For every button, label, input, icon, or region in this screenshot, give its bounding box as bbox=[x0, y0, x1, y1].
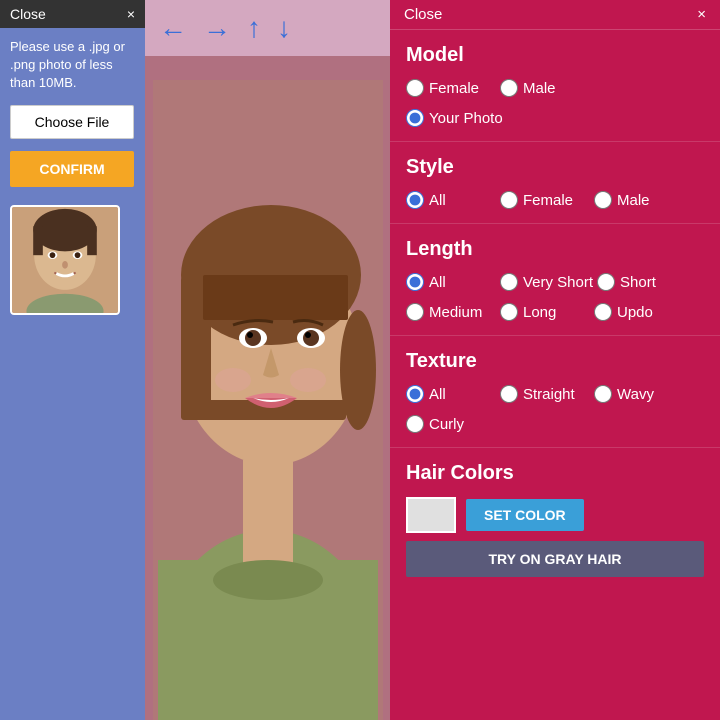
portrait-svg bbox=[153, 80, 383, 720]
texture-option-wavy[interactable]: Wavy bbox=[594, 385, 684, 403]
arrow-right-button[interactable]: → bbox=[203, 14, 231, 42]
model-radio-group: Female Male Your Photo bbox=[406, 79, 704, 131]
length-very-short-label: Very Short bbox=[523, 274, 593, 291]
arrow-left-button[interactable]: ← bbox=[159, 14, 187, 42]
arrow-up-button[interactable]: ↑ bbox=[247, 14, 261, 42]
nav-arrows: ← → ↑ ↓ bbox=[145, 0, 390, 56]
color-swatch[interactable] bbox=[406, 497, 456, 533]
texture-option-straight[interactable]: Straight bbox=[500, 385, 590, 403]
model-option-your-photo[interactable]: Your Photo bbox=[406, 109, 704, 127]
avatar bbox=[10, 205, 120, 315]
model-female-label: Female bbox=[429, 80, 479, 97]
model-your-photo-label: Your Photo bbox=[429, 110, 503, 127]
style-option-female[interactable]: Female bbox=[500, 191, 590, 209]
style-female-label: Female bbox=[523, 192, 573, 209]
texture-radio-group: All Straight Wavy Curly bbox=[406, 385, 704, 437]
length-option-very-short[interactable]: Very Short bbox=[500, 273, 593, 291]
arrow-down-button[interactable]: ↓ bbox=[277, 14, 291, 42]
length-option-long[interactable]: Long bbox=[500, 303, 590, 321]
model-option-female[interactable]: Female bbox=[406, 79, 496, 97]
choose-file-button[interactable]: Choose File bbox=[10, 105, 134, 139]
length-medium-label: Medium bbox=[429, 304, 482, 321]
close-bar-right[interactable]: Close × bbox=[390, 0, 720, 30]
length-radio-group: All Very Short Short Medium Long Updo bbox=[406, 273, 704, 325]
hair-colors-title: Hair Colors bbox=[406, 462, 704, 485]
length-updo-label: Updo bbox=[617, 304, 653, 321]
length-section-title: Length bbox=[406, 238, 704, 261]
length-all-label: All bbox=[429, 274, 446, 291]
model-male-label: Male bbox=[523, 80, 556, 97]
left-panel: Close × Please use a .jpg or .png photo … bbox=[0, 0, 145, 720]
right-panel: Close × Model Female Male Your Photo Sty… bbox=[390, 0, 720, 720]
length-option-updo[interactable]: Updo bbox=[594, 303, 684, 321]
texture-wavy-label: Wavy bbox=[617, 386, 654, 403]
texture-option-curly[interactable]: Curly bbox=[406, 415, 704, 433]
confirm-button[interactable]: CONFIRM bbox=[10, 151, 134, 187]
model-section-title: Model bbox=[406, 44, 704, 67]
close-label-left: Close bbox=[10, 6, 46, 22]
style-section: Style All Female Male bbox=[390, 142, 720, 224]
length-section: Length All Very Short Short Medium Long bbox=[390, 224, 720, 336]
close-icon-left: × bbox=[127, 6, 135, 22]
close-icon-right: × bbox=[697, 6, 706, 23]
length-option-short[interactable]: Short bbox=[597, 273, 687, 291]
close-bar-left[interactable]: Close × bbox=[0, 0, 145, 28]
close-label-right: Close bbox=[404, 6, 442, 23]
length-short-label: Short bbox=[620, 274, 656, 291]
avatar-image bbox=[12, 207, 118, 313]
center-panel: ← → ↑ ↓ bbox=[145, 0, 390, 720]
set-color-button[interactable]: SET COLOR bbox=[466, 499, 584, 531]
model-image-area bbox=[145, 56, 390, 720]
texture-option-all[interactable]: All bbox=[406, 385, 496, 403]
length-option-medium[interactable]: Medium bbox=[406, 303, 496, 321]
texture-section: Texture All Straight Wavy Curly bbox=[390, 336, 720, 448]
texture-all-label: All bbox=[429, 386, 446, 403]
texture-section-title: Texture bbox=[406, 350, 704, 373]
color-row: SET COLOR bbox=[406, 497, 704, 533]
style-option-male[interactable]: Male bbox=[594, 191, 684, 209]
model-option-male[interactable]: Male bbox=[500, 79, 590, 97]
model-section: Model Female Male Your Photo bbox=[390, 30, 720, 142]
portrait bbox=[153, 80, 383, 720]
hair-colors-section: Hair Colors SET COLOR TRY ON GRAY HAIR bbox=[390, 448, 720, 595]
length-option-all[interactable]: All bbox=[406, 273, 496, 291]
style-male-label: Male bbox=[617, 192, 650, 209]
texture-straight-label: Straight bbox=[523, 386, 575, 403]
instruction-text: Please use a .jpg or .png photo of less … bbox=[0, 28, 145, 101]
style-all-label: All bbox=[429, 192, 446, 209]
texture-curly-label: Curly bbox=[429, 416, 464, 433]
style-radio-group: All Female Male bbox=[406, 191, 704, 213]
length-long-label: Long bbox=[523, 304, 556, 321]
try-gray-button[interactable]: TRY ON GRAY HAIR bbox=[406, 541, 704, 577]
style-option-all[interactable]: All bbox=[406, 191, 496, 209]
style-section-title: Style bbox=[406, 156, 704, 179]
